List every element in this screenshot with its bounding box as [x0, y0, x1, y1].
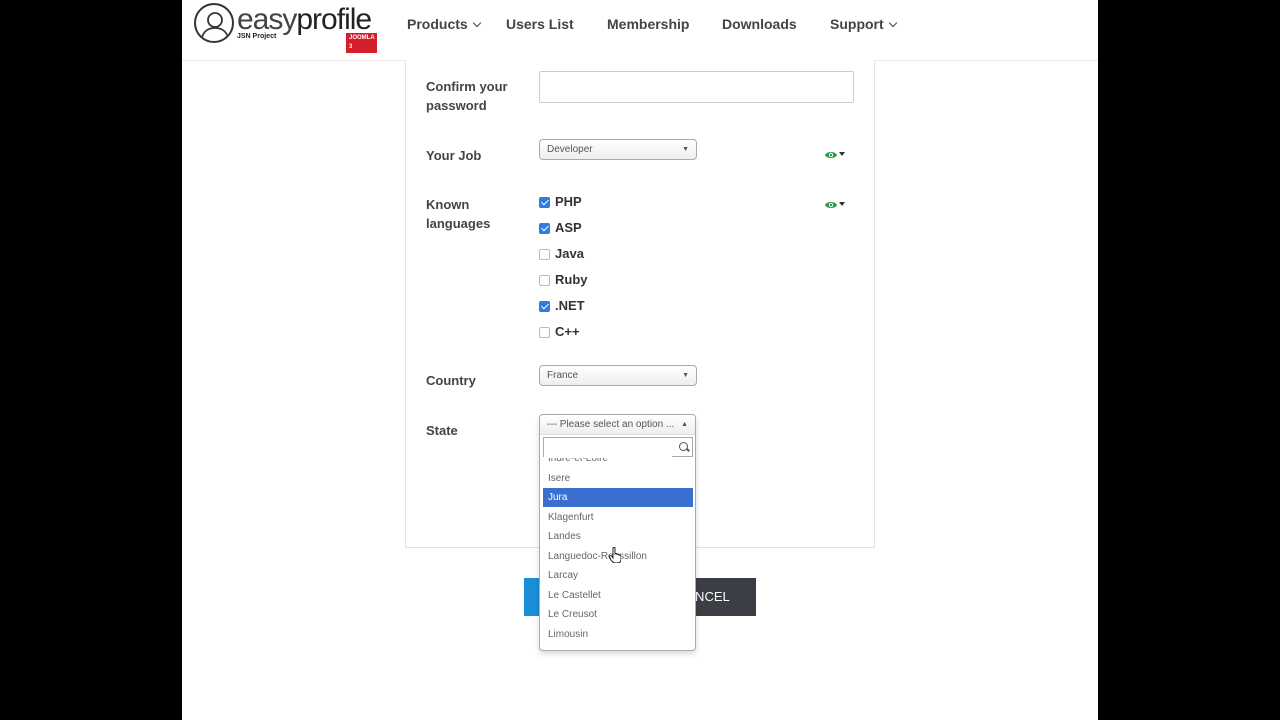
site-header: easyprofile JSN Project JOOMLA 3 Product… [182, 0, 1098, 61]
languages-visibility-toggle[interactable] [824, 198, 848, 210]
checkbox[interactable] [539, 249, 550, 260]
country-select[interactable]: France ▼ [539, 365, 697, 386]
country-label: Country [426, 373, 476, 388]
hand-pointer-icon [609, 547, 621, 563]
state-option[interactable]: Le Castellet [543, 586, 693, 605]
state-option[interactable]: Le Creusot [543, 605, 693, 624]
job-visibility-toggle[interactable] [824, 148, 848, 160]
state-option[interactable]: Isere [543, 469, 693, 488]
eye-icon [825, 202, 837, 208]
eye-icon [825, 152, 837, 158]
state-search-input[interactable] [544, 439, 672, 458]
nav-support[interactable]: Support [830, 16, 897, 32]
checkbox[interactable] [539, 223, 550, 234]
state-select-dropdown[interactable]: --- Please select an option ... ▲ Indre-e… [539, 414, 696, 651]
state-label: State [426, 423, 458, 438]
state-option[interactable]: Landes [543, 527, 693, 546]
chevron-down-icon [888, 18, 897, 28]
user-silhouette-icon [194, 3, 234, 43]
state-select[interactable]: --- Please select an option ... ▲ [540, 415, 695, 435]
state-option[interactable]: Klagenfurt [543, 508, 693, 527]
job-label: Your Job [426, 148, 482, 163]
state-option[interactable]: Larcay [543, 566, 693, 585]
select-arrow-icon: ▼ [682, 372, 689, 379]
nav-products[interactable]: Products [407, 16, 481, 32]
logo-subtitle: JSN Project [237, 33, 277, 40]
state-option[interactable]: Indre-et-Loire [543, 458, 693, 468]
caret-down-icon [839, 152, 845, 156]
nav-membership[interactable]: Membership [607, 16, 689, 32]
state-option[interactable]: Jura [543, 488, 693, 507]
checkbox[interactable] [539, 327, 550, 338]
confirm-password-label: Confirm your password [426, 79, 508, 113]
page: easyprofile JSN Project JOOMLA 3 Product… [182, 0, 1098, 720]
checkbox[interactable] [539, 301, 550, 312]
state-option[interactable]: Limousin [543, 625, 693, 644]
job-select[interactable]: Developer ▼ [539, 139, 697, 160]
nav-downloads[interactable]: Downloads [722, 16, 797, 32]
languages-label: Known languages [426, 197, 491, 231]
joomla-badge: JOOMLA 3 [346, 33, 378, 53]
nav-users-list[interactable]: Users List [506, 16, 574, 32]
select-arrow-icon: ▼ [682, 146, 689, 153]
search-icon [679, 442, 688, 451]
chevron-down-icon [472, 18, 481, 28]
caret-down-icon [839, 202, 845, 206]
confirm-password-input[interactable] [539, 71, 854, 103]
checkbox[interactable] [539, 275, 550, 286]
logo-wordmark: easyprofile [237, 3, 372, 36]
site-logo[interactable]: easyprofile JSN Project JOOMLA 3 [194, 3, 378, 53]
cancel-button[interactable]: CANCEL [687, 578, 756, 616]
checkbox[interactable] [539, 197, 550, 208]
select-arrow-up-icon: ▲ [681, 421, 688, 428]
state-search-box[interactable] [543, 437, 693, 458]
